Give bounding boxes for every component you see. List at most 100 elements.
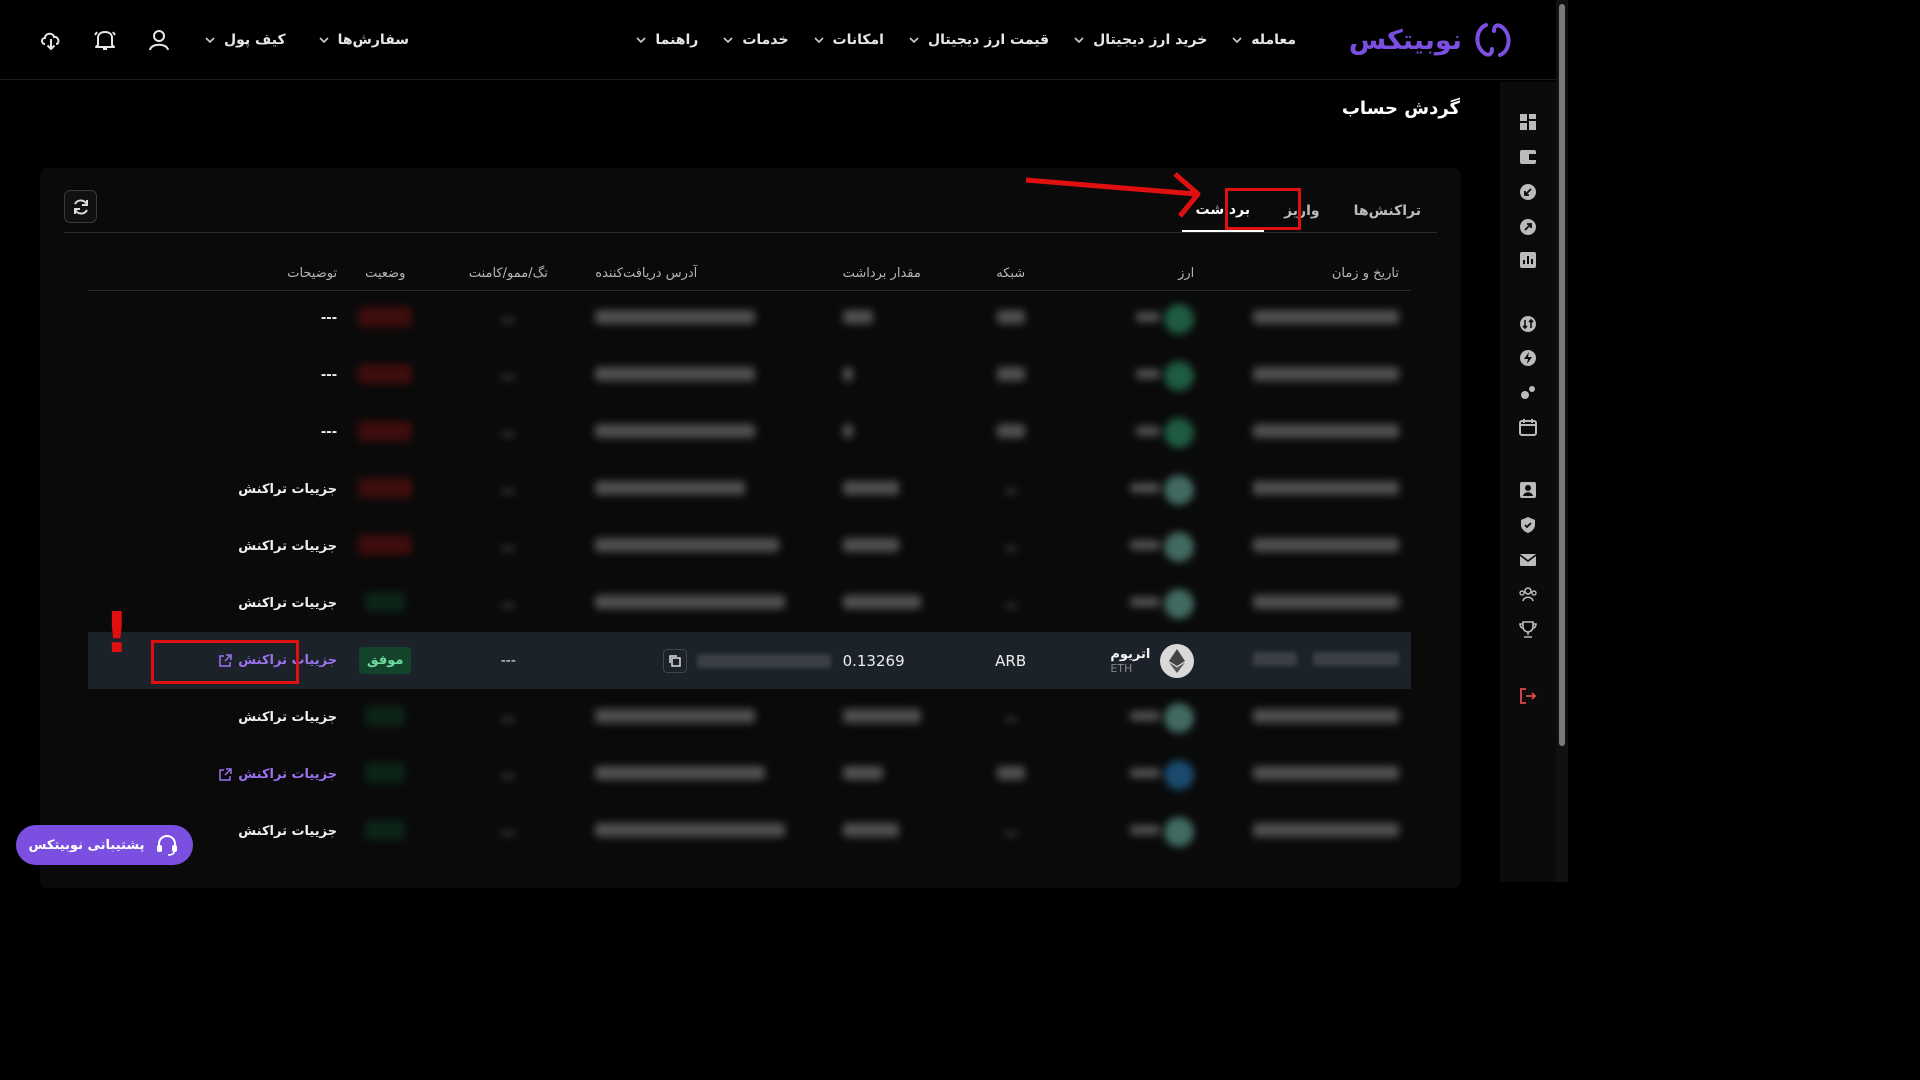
amount-cell xyxy=(837,803,977,860)
nav-item-buy-crypto[interactable]: خرید ارز دیجیتال xyxy=(1073,32,1207,48)
date-cell xyxy=(1200,632,1411,689)
support-button[interactable]: پشتیبانی نوبیتکس xyxy=(16,825,193,865)
memo-cell xyxy=(427,290,589,347)
user-icon[interactable] xyxy=(146,27,172,53)
table-row: جزییات تراکنش xyxy=(88,803,1411,860)
nav-item-crypto-prices[interactable]: قیمت ارز دیجیتال xyxy=(908,32,1049,48)
ethereum-icon xyxy=(1160,643,1195,678)
nav-item-services[interactable]: خدمات xyxy=(722,32,789,48)
description-cell: جزییات تراکنش xyxy=(88,518,343,575)
transaction-details-label: جزییات تراکنش xyxy=(238,767,338,782)
asset-cell xyxy=(1045,347,1200,404)
dashboard-icon[interactable] xyxy=(1518,112,1538,132)
asset-name: اتریوم xyxy=(1110,646,1151,662)
nav-item-orders[interactable]: سفارش‌ها xyxy=(318,32,409,48)
app-download-icon[interactable] xyxy=(38,27,64,53)
description-text: --- xyxy=(320,425,338,440)
security-shield-icon[interactable] xyxy=(1518,515,1538,535)
table-row: جزییات تراکنش xyxy=(88,461,1411,518)
nav-item-guide[interactable]: راهنما xyxy=(635,32,698,48)
headset-icon xyxy=(157,834,178,856)
chevron-down-icon xyxy=(723,37,733,44)
date-cell xyxy=(1200,803,1411,860)
asset-cell xyxy=(1045,746,1200,803)
exchange-icon[interactable] xyxy=(1518,314,1538,334)
transaction-details-text[interactable]: جزییات تراکنش xyxy=(238,824,337,839)
transaction-details-text[interactable]: جزییات تراکنش xyxy=(238,539,337,554)
receiver-address-redacted xyxy=(696,653,831,668)
column-header-amount: مقدار برداشت xyxy=(836,258,977,291)
user-nav: کیف پول سفارش‌ها xyxy=(38,0,409,80)
status-cell xyxy=(343,689,427,746)
nav-item-label: خدمات xyxy=(742,32,789,48)
address-cell xyxy=(589,290,836,347)
amount-cell xyxy=(837,746,977,803)
nav-item-features[interactable]: امکانات xyxy=(813,32,884,48)
table-row: جزییات تراکنش xyxy=(88,575,1411,632)
copy-icon xyxy=(668,654,681,667)
column-header-description: توضیحات xyxy=(88,258,344,291)
date-cell xyxy=(1200,746,1411,803)
transaction-details-text[interactable]: جزییات تراکنش xyxy=(238,596,337,611)
referral-users-icon[interactable] xyxy=(1518,584,1538,604)
transaction-details-text[interactable]: جزییات تراکنش xyxy=(238,482,337,497)
status-cell: موفق xyxy=(343,632,428,689)
network-cell xyxy=(976,746,1045,803)
scrollbar-thumb[interactable] xyxy=(1559,4,1565,746)
refresh-button[interactable] xyxy=(64,190,97,223)
lightning-icon[interactable] xyxy=(1518,348,1538,368)
page-scrollbar[interactable] xyxy=(1556,0,1568,882)
tab-transactions[interactable]: تراکنش‌ها xyxy=(1340,190,1435,232)
memo-cell: --- xyxy=(427,632,590,689)
memo-cell xyxy=(427,746,589,803)
amount-cell xyxy=(837,347,977,404)
external-link-icon xyxy=(219,768,233,781)
chevron-down-icon xyxy=(636,37,646,44)
memo-cell xyxy=(427,518,589,575)
address-cell xyxy=(589,632,837,689)
table-row: --- xyxy=(88,347,1411,404)
chevron-down-icon xyxy=(205,37,215,44)
nav-item-label: راهنما xyxy=(655,32,699,48)
date-cell xyxy=(1200,575,1411,632)
chevron-down-icon xyxy=(319,37,329,44)
top-navigation-bar: نوبیتکس معامله خرید ارز دیجیتال قیمت ارز… xyxy=(0,0,1556,80)
nav-item-label: خرید ارز دیجیتال xyxy=(1093,32,1208,48)
profile-card-icon[interactable] xyxy=(1518,480,1538,500)
bell-icon[interactable] xyxy=(92,27,118,53)
chevron-down-icon xyxy=(813,37,824,44)
description-cell: جزییات تراکنش xyxy=(88,689,343,746)
amount-cell xyxy=(837,290,977,347)
chevron-down-icon xyxy=(1074,37,1084,44)
network-cell xyxy=(976,461,1045,518)
calendar-icon[interactable] xyxy=(1518,417,1538,437)
brand-logo[interactable]: نوبیتکس xyxy=(1349,18,1514,62)
logout-icon[interactable] xyxy=(1518,686,1538,706)
wallet-icon[interactable] xyxy=(1518,147,1538,167)
table-row: --- xyxy=(88,290,1411,347)
amount-cell xyxy=(837,575,977,632)
support-label: پشتیبانی نوبیتکس xyxy=(28,837,145,853)
asset-cell xyxy=(1045,803,1200,860)
mail-icon[interactable] xyxy=(1518,550,1538,570)
transaction-details-link[interactable]: جزییات تراکنش xyxy=(219,767,337,782)
status-cell xyxy=(343,575,427,632)
deposit-icon[interactable] xyxy=(1518,182,1538,202)
asset-cell xyxy=(1045,518,1200,575)
nav-item-trade[interactable]: معامله xyxy=(1231,32,1296,48)
logo-mark-icon xyxy=(1475,23,1511,57)
column-header-address: آدرس دریافت‌کننده xyxy=(589,258,837,291)
staking-icon[interactable] xyxy=(1518,382,1538,402)
description-cell: جزییات تراکنش xyxy=(88,746,343,803)
column-header-date: تاریخ و زمان xyxy=(1200,258,1411,291)
description-cell: جزییات تراکنش xyxy=(88,461,343,518)
status-cell xyxy=(343,746,427,803)
withdraw-icon[interactable] xyxy=(1518,217,1538,237)
address-cell xyxy=(589,404,836,461)
copy-address-button[interactable] xyxy=(662,648,687,673)
report-chart-icon[interactable] xyxy=(1518,250,1538,270)
chevron-down-icon xyxy=(909,37,919,44)
transaction-details-text[interactable]: جزییات تراکنش xyxy=(238,710,337,725)
nav-item-wallet[interactable]: کیف پول xyxy=(204,32,286,48)
trophy-icon[interactable] xyxy=(1518,619,1538,639)
